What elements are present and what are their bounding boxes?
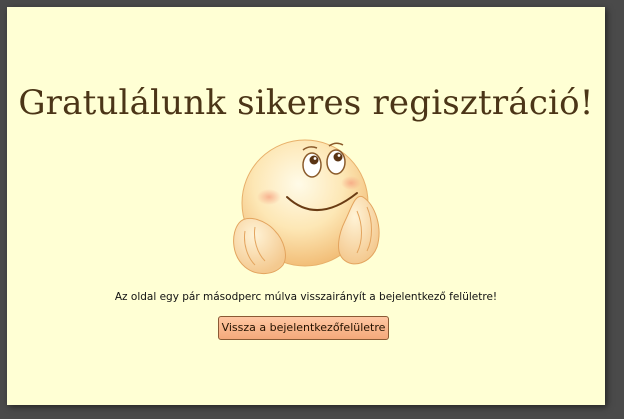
- back-to-login-button[interactable]: Vissza a bejelentkezőfelületre: [218, 316, 389, 340]
- success-panel: Gratulálunk sikeres regisztráció! Az old…: [7, 7, 605, 405]
- happy-smiley-icon: [233, 139, 380, 274]
- redirect-message: Az oldal egy pár másodperc múlva visszai…: [114, 291, 498, 303]
- page-title: Gratulálunk sikeres regisztráció!: [18, 83, 594, 123]
